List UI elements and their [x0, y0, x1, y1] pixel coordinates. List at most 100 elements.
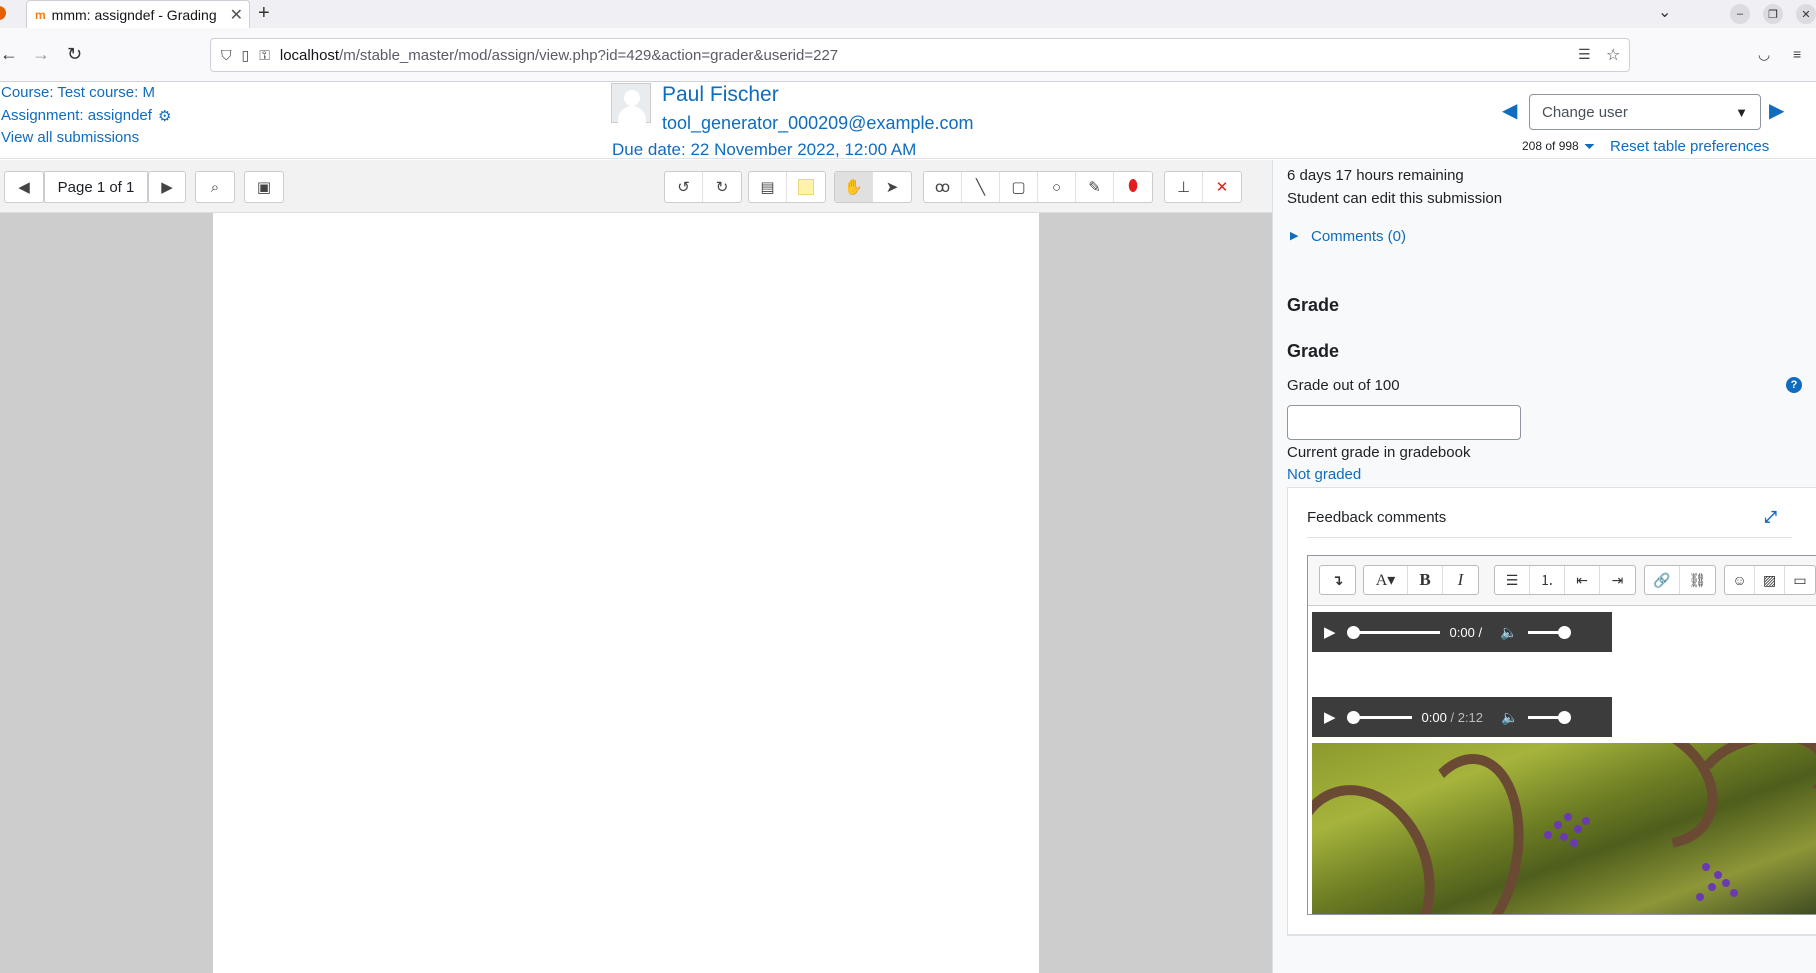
volume-slider[interactable]: [1527, 625, 1571, 639]
tab-list-chevron-icon[interactable]: ⌄: [1658, 2, 1671, 22]
stamp-icon[interactable]: ⊥: [1165, 172, 1203, 202]
volume-icon[interactable]: 🔈: [1500, 624, 1517, 641]
reset-table-preferences-link[interactable]: Reset table preferences: [1610, 138, 1769, 155]
embedded-video[interactable]: [1312, 743, 1816, 914]
user-name-link[interactable]: Paul Fischer: [662, 83, 779, 107]
filter-icon[interactable]: ⏷: [1584, 138, 1595, 155]
font-style-icon[interactable]: A▾: [1364, 566, 1408, 594]
highlighter-icon[interactable]: ✎: [1076, 172, 1114, 202]
grade-input[interactable]: [1287, 405, 1521, 440]
annotation-color-icon[interactable]: ⬮: [1114, 172, 1152, 202]
avatar: [611, 83, 651, 124]
stamp-selection-icon[interactable]: ✕: [1203, 172, 1241, 202]
user-email-link[interactable]: tool_generator_000209@example.com: [662, 113, 973, 134]
moodle-favicon-icon: m: [35, 7, 46, 22]
toolbar-toggle-icon[interactable]: ↴: [1320, 566, 1355, 594]
url-host: localhost: [279, 46, 340, 64]
change-user-select[interactable]: Change user ▼: [1529, 94, 1761, 130]
grade-out-of-label: Grade out of 100: [1287, 377, 1400, 394]
assignment-link[interactable]: Assignment: assigndef: [1, 107, 152, 124]
previous-user-arrow-icon[interactable]: ◀: [1502, 98, 1517, 123]
editor-media-group: ☺ ▨ ▭: [1724, 565, 1816, 595]
audio-2-time: 0:00: [1421, 709, 1447, 725]
close-window-button[interactable]: ✕: [1796, 4, 1816, 24]
page-icon: ▯: [241, 46, 250, 63]
link-icon[interactable]: 🔗: [1645, 566, 1680, 594]
indent-icon[interactable]: ⇥: [1600, 566, 1635, 594]
shield-icon[interactable]: ⛉: [221, 47, 232, 64]
user-count: 208 of 998: [1522, 139, 1579, 153]
audio-seek-bar[interactable]: [1346, 625, 1440, 639]
numbered-list-icon[interactable]: ⒈: [1530, 566, 1565, 594]
pan-hand-icon[interactable]: ✋: [835, 172, 873, 202]
forward-button[interactable]: →: [32, 44, 50, 65]
image-icon[interactable]: ▨: [1755, 566, 1786, 594]
audio-player-1: ▶ 0:00 / 🔈: [1312, 612, 1612, 652]
change-user-placeholder: Change user: [1542, 103, 1628, 121]
time-remaining: 6 days 17 hours remaining: [1287, 167, 1464, 184]
rectangle-icon[interactable]: ▢: [1000, 172, 1038, 202]
play-icon[interactable]: ▶: [1324, 708, 1336, 726]
comment-color-icon[interactable]: [787, 172, 825, 202]
audio-2-duration: / 2:12: [1450, 709, 1484, 725]
help-icon[interactable]: ?: [1786, 377, 1802, 393]
pen-icon[interactable]: ꝏ: [924, 172, 962, 202]
minimize-window-button[interactable]: –: [1730, 4, 1750, 24]
rotate-group: ↺ ↻: [664, 171, 742, 203]
reload-button[interactable]: ↻: [67, 44, 82, 65]
settings-gear-icon[interactable]: ⚙: [158, 107, 171, 125]
expand-fullscreen-icon[interactable]: ⤢: [1764, 509, 1777, 527]
restore-window-button[interactable]: ❐: [1763, 4, 1783, 24]
page-selector[interactable]: Page 1 of 1: [44, 171, 148, 203]
bold-icon[interactable]: B: [1408, 566, 1443, 594]
select-pointer-icon[interactable]: ➤: [873, 172, 911, 202]
bullet-list-icon[interactable]: ☰: [1495, 566, 1530, 594]
media-icon[interactable]: ▭: [1785, 566, 1815, 594]
volume-slider[interactable]: [1528, 710, 1572, 724]
unlink-icon[interactable]: ⛓: [1680, 566, 1715, 594]
pocket-icon[interactable]: ◡: [1758, 46, 1770, 63]
grade-heading: Grade: [1287, 341, 1340, 361]
italic-icon[interactable]: I: [1443, 566, 1478, 594]
oval-icon[interactable]: ○: [1038, 172, 1076, 202]
drawing-tools-group: ꝏ ╲ ▢ ○ ✎ ⬮: [923, 171, 1153, 203]
previous-page-button[interactable]: ◀: [4, 171, 44, 203]
browser-tab[interactable]: m mmm: assigndef - Grading ✕: [26, 0, 250, 28]
audio-seek-bar[interactable]: [1346, 710, 1412, 724]
url-path: /m/stable_master/mod/assign/view.php?id=…: [339, 46, 839, 64]
editor-toolbar-toggle-group: ↴: [1319, 565, 1356, 595]
comment-icon[interactable]: ▤: [749, 172, 787, 202]
pdf-page[interactable]: [213, 213, 1039, 973]
url-bar[interactable]: ⛉ ▯ ⚿ localhost/m/stable_master/mod/assi…: [210, 38, 1630, 72]
editor-list-group: ☰ ⒈ ⇤ ⇥: [1494, 565, 1636, 595]
bookmark-star-icon[interactable]: ☆: [1606, 45, 1620, 65]
editor-font-group: A▾ B I: [1363, 565, 1479, 595]
next-user-arrow-icon[interactable]: ▶: [1769, 98, 1784, 123]
permissions-icon[interactable]: ⚿: [259, 47, 270, 64]
new-tab-button[interactable]: +: [258, 2, 270, 25]
line-icon[interactable]: ╲: [962, 172, 1000, 202]
current-grade-label: Current grade in gradebook: [1287, 444, 1471, 461]
tab-title: mmm: assigndef - Grading: [51, 6, 217, 23]
play-icon[interactable]: ▶: [1324, 623, 1336, 641]
app-menu-icon[interactable]: ≡: [1793, 46, 1801, 62]
emoji-icon[interactable]: ☺: [1725, 566, 1756, 594]
rotate-left-icon[interactable]: ↺: [665, 172, 703, 202]
outdent-icon[interactable]: ⇤: [1565, 566, 1600, 594]
search-comments-button[interactable]: ⌕: [195, 171, 235, 203]
expand-collapse-comments-button[interactable]: ▣: [244, 171, 284, 203]
grade-section-heading: Grade: [1287, 295, 1340, 315]
volume-icon[interactable]: 🔈: [1501, 709, 1518, 726]
comments-expand-icon[interactable]: ▶: [1290, 229, 1298, 242]
view-all-submissions-link[interactable]: View all submissions: [1, 129, 139, 146]
next-page-button[interactable]: ▶: [148, 171, 186, 203]
rotate-right-icon[interactable]: ↻: [703, 172, 741, 202]
current-grade-value-link[interactable]: Not graded: [1287, 466, 1361, 483]
back-button[interactable]: ←: [0, 44, 18, 65]
can-edit-status: Student can edit this submission: [1287, 190, 1503, 207]
due-date: Due date: 22 November 2022, 12:00 AM: [612, 140, 917, 159]
comments-toggle-link[interactable]: Comments (0): [1311, 228, 1406, 245]
course-link[interactable]: Course: Test course: M: [1, 84, 155, 101]
reader-view-icon[interactable]: ☰: [1578, 46, 1591, 63]
close-tab-icon[interactable]: ✕: [230, 5, 243, 25]
